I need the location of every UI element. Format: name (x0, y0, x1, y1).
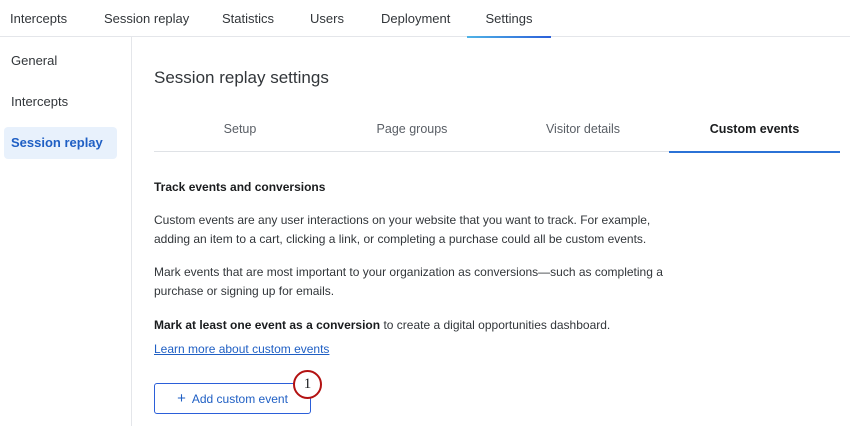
dashboard-paragraph-rest: to create a digital opportunities dashbo… (380, 318, 611, 332)
plus-icon: + (177, 390, 186, 407)
section-heading: Track events and conversions (154, 180, 326, 194)
main-content: Session replay settings Setup Page group… (132, 37, 850, 426)
subtab-visitor-details[interactable]: Visitor details (498, 115, 668, 152)
subtab-custom-events[interactable]: Custom events (669, 115, 840, 153)
nav-tab-users[interactable]: Users (310, 0, 344, 37)
step-callout-badge: 1 (293, 370, 322, 399)
nav-tab-statistics[interactable]: Statistics (222, 0, 274, 37)
nav-tab-deployment[interactable]: Deployment (381, 0, 450, 37)
sidebar-item-session-replay[interactable]: Session replay (4, 127, 117, 159)
sidebar-item-general[interactable]: General (4, 45, 117, 77)
dashboard-paragraph: Mark at least one event as a conversion … (154, 316, 674, 335)
page-title: Session replay settings (154, 68, 329, 87)
nav-tab-session-replay[interactable]: Session replay (104, 0, 189, 37)
dashboard-paragraph-bold: Mark at least one event as a conversion (154, 318, 381, 332)
add-custom-event-button[interactable]: + Add custom event (154, 383, 311, 414)
learn-more-link[interactable]: Learn more about custom events (154, 342, 329, 356)
intro-paragraph: Custom events are any user interactions … (154, 213, 651, 246)
subtab-setup[interactable]: Setup (154, 115, 326, 152)
settings-sidebar: General Intercepts Session replay (0, 37, 132, 426)
top-navigation: Intercepts Session replay Statistics Use… (0, 0, 850, 38)
subtab-page-groups[interactable]: Page groups (326, 115, 498, 152)
nav-tab-settings[interactable]: Settings (467, 0, 551, 38)
sidebar-item-intercepts[interactable]: Intercepts (4, 86, 117, 118)
conversions-paragraph: Mark events that are most important to y… (154, 265, 663, 298)
add-custom-event-label: Add custom event (191, 391, 288, 406)
settings-subtabs: Setup Page groups Visitor details Custom… (154, 115, 840, 153)
nav-tab-intercepts[interactable]: Intercepts (10, 0, 67, 37)
